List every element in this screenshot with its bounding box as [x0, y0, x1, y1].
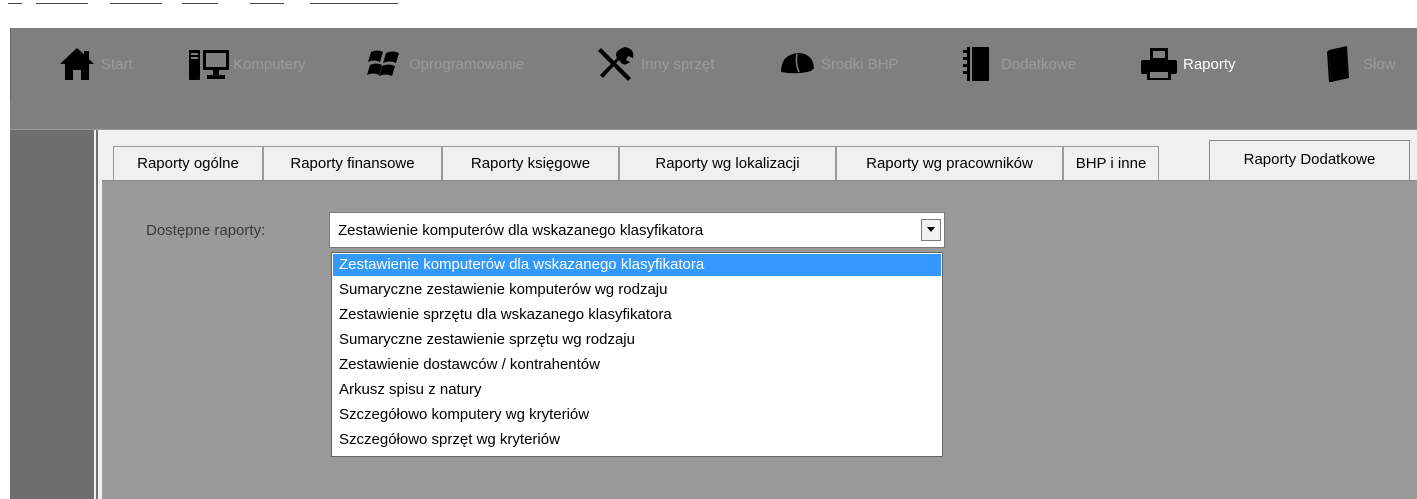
toolbar-item-label: Start: [101, 55, 133, 73]
reports-label: Dostępne raporty:: [146, 222, 266, 239]
toolbar-item-label: Raporty: [1183, 55, 1236, 73]
menu-item-fragment[interactable]: [36, 0, 88, 4]
tab-bhp-i-inne[interactable]: BHP i inne: [1063, 146, 1159, 180]
main-toolbar: Start Komputery Oprogramowanie Inny sprz…: [10, 28, 1417, 100]
helmet-icon: [775, 42, 819, 86]
toolbar-item-label: Oprogramowanie: [409, 55, 525, 73]
toolbar-item-dodatkowe[interactable]: Dodatkowe: [955, 28, 1076, 100]
toolbar-item-slownik[interactable]: Słow: [1317, 28, 1396, 100]
toolbar-item-label: Komputery: [233, 55, 306, 73]
tab-raporty-ksiegowe[interactable]: Raporty księgowe: [442, 146, 619, 180]
home-icon: [55, 42, 99, 86]
tab-raporty-wg-lokalizacji[interactable]: Raporty wg lokalizacji: [619, 146, 836, 180]
divider: [96, 130, 98, 499]
chevron-down-icon: [927, 227, 935, 232]
toolbar-item-inny-sprzet[interactable]: Inny sprzęt: [595, 28, 714, 100]
tab-raporty-dodatkowe[interactable]: Raporty Dodatkowe: [1209, 140, 1410, 180]
menu-item-fragment[interactable]: [110, 0, 162, 4]
menu-item-fragment[interactable]: [250, 0, 284, 4]
tab-raporty-finansowe[interactable]: Raporty finansowe: [263, 146, 442, 180]
menu-item-fragment[interactable]: [182, 0, 218, 4]
computer-icon: [187, 42, 231, 86]
dropdown-option[interactable]: Zestawienie komputerów dla wskazanego kl…: [333, 254, 941, 276]
tab-raporty-wg-pracownikow[interactable]: Raporty wg pracowników: [836, 146, 1063, 180]
app-window: Start Komputery Oprogramowanie Inny sprz…: [0, 0, 1417, 499]
dropdown-option[interactable]: Sumaryczne zestawienie komputerów wg rod…: [333, 279, 941, 301]
dropdown-option[interactable]: Szczegółowo komputery wg kryteriów: [333, 404, 941, 426]
dropdown-toggle-button[interactable]: [921, 219, 941, 241]
toolbar-item-label: Inny sprzęt: [641, 55, 715, 73]
tools-icon: [595, 42, 639, 86]
dropdown-option[interactable]: Sumaryczne zestawienie sprzętu wg rodzaj…: [333, 329, 941, 351]
dropdown-option[interactable]: Szczegółowo sprzęt wg kryteriów: [333, 429, 941, 451]
toolbar-item-srodki-bhp[interactable]: Środki BHP: [775, 28, 899, 100]
printer-icon: [1137, 42, 1181, 86]
menu-item-fragment[interactable]: [310, 0, 398, 4]
reports-select[interactable]: Zestawienie komputerów dla wskazanego kl…: [329, 212, 945, 248]
toolbar-item-label: Dodatkowe: [1001, 55, 1077, 73]
dropdown-option[interactable]: Zestawienie dostawców / kontrahentów: [333, 354, 941, 376]
toolbar-item-label: Słow: [1363, 55, 1396, 73]
toolbar-item-komputery[interactable]: Komputery: [187, 28, 306, 100]
windows-icon: [363, 42, 407, 86]
dropdown-option[interactable]: Zestawienie sprzętu dla wskazanego klasy…: [333, 304, 941, 326]
book-icon: [1317, 42, 1361, 86]
toolbar-item-start[interactable]: Start: [55, 28, 133, 100]
toolbar-item-raporty[interactable]: Raporty: [1137, 28, 1236, 100]
selected-report-value: Zestawienie komputerów dla wskazanego kl…: [338, 222, 704, 239]
notebook-icon: [955, 42, 999, 86]
dropdown-option[interactable]: Arkusz spisu z natury: [333, 379, 941, 401]
toolbar-item-label: Środki BHP: [821, 55, 899, 73]
toolbar-item-oprogramowanie[interactable]: Oprogramowanie: [363, 28, 524, 100]
menu-item-fragment[interactable]: [8, 0, 22, 4]
tab-raporty-ogolne[interactable]: Raporty ogólne: [113, 146, 263, 180]
left-panel: [10, 130, 94, 499]
reports-dropdown-list[interactable]: Zestawienie komputerów dla wskazanego kl…: [331, 252, 943, 457]
menu-bar: [0, 0, 1417, 14]
